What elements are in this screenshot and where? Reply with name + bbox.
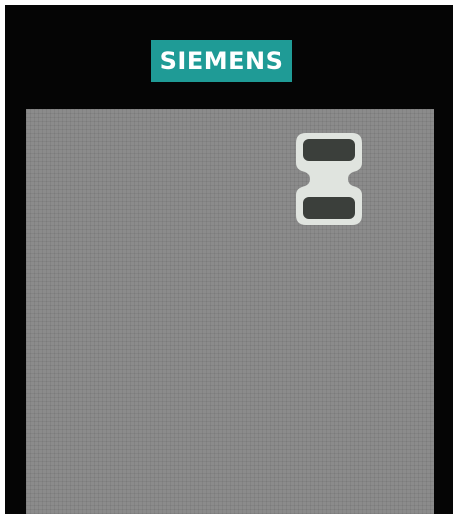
phone-device: SIEMENS	[5, 5, 453, 514]
brand-logo: SIEMENS	[151, 40, 292, 82]
scroll-down-key	[303, 197, 355, 219]
brand-logo-text: SIEMENS	[159, 47, 284, 75]
scroll-up-key	[303, 139, 355, 161]
display-screen	[26, 109, 434, 514]
scroll-arrows-icon	[296, 133, 362, 225]
